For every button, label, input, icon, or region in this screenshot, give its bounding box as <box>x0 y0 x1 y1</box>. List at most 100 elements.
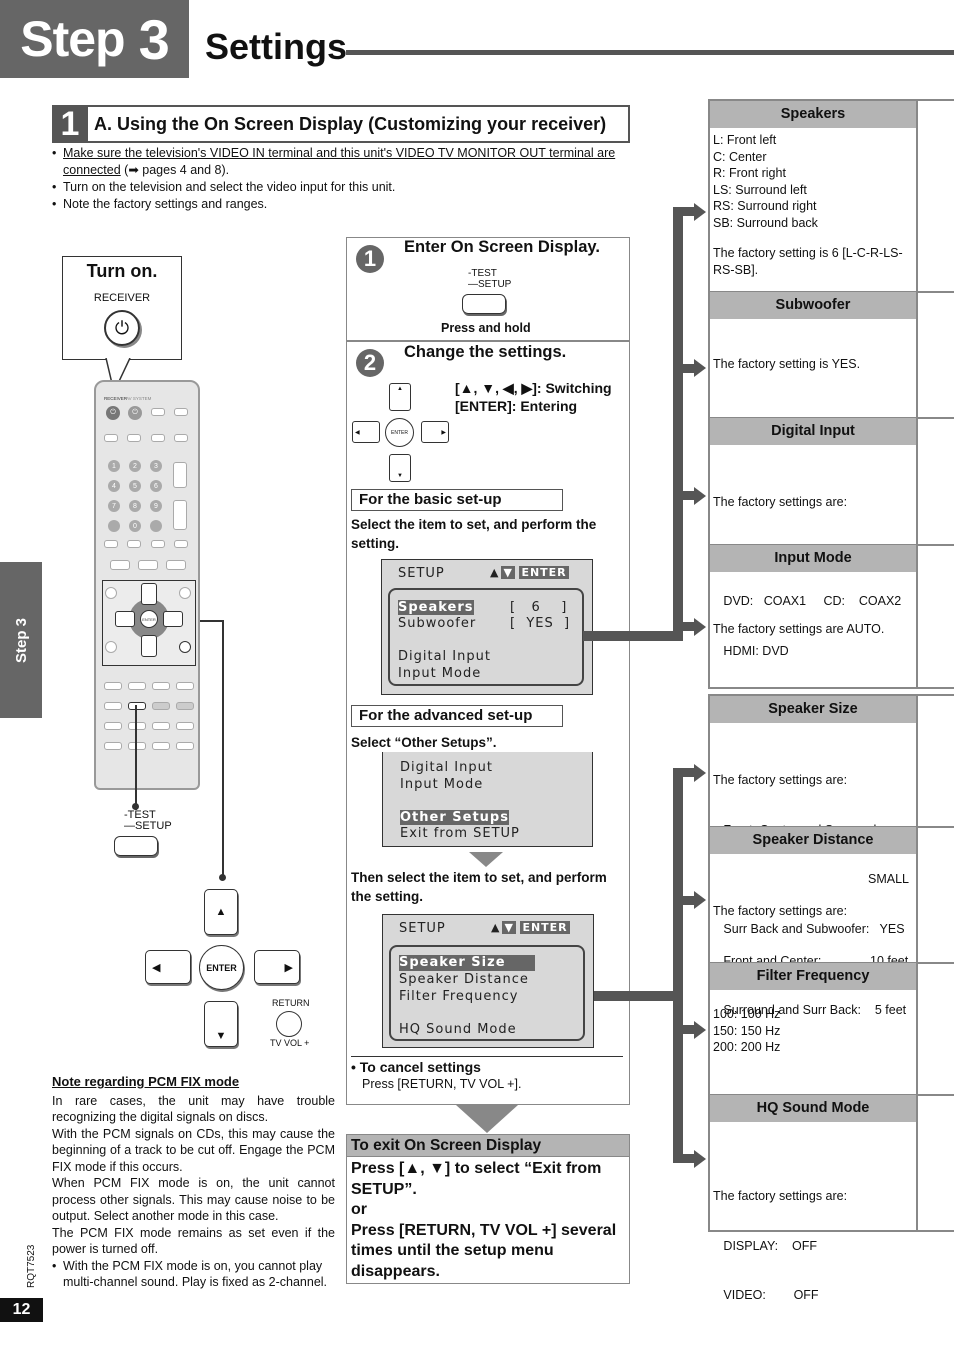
then-select-text: Then select the item to set, and perform… <box>351 870 607 904</box>
power-icon: ⏻ <box>114 317 130 338</box>
osd-item[interactable]: Speaker Distance <box>399 971 529 988</box>
remote-menu[interactable] <box>179 587 191 599</box>
remote-tv-button[interactable] <box>174 408 188 416</box>
remote-right[interactable] <box>163 611 183 627</box>
remote-plus[interactable] <box>176 702 194 710</box>
osd-item[interactable]: Input Mode <box>398 666 481 682</box>
remote-night[interactable] <box>128 722 146 730</box>
remote-volume-rocker[interactable] <box>173 500 187 530</box>
remote-key-9[interactable]: 9 <box>150 500 162 512</box>
card-title: Digital Input <box>710 418 916 445</box>
card-line: RS: Surround right <box>713 199 817 213</box>
osd-other-setups-menu: Digital Input Input Mode Other Setups Ex… <box>382 752 593 847</box>
remote-skip-fwd[interactable] <box>127 540 141 548</box>
remote-key-1[interactable]: 1 <box>108 460 120 472</box>
step-1-setup-button[interactable] <box>462 294 506 314</box>
remote-receiver-power[interactable]: ⏻ <box>106 406 120 420</box>
remote-receiver-label: RECEIVER <box>104 396 128 401</box>
remote-help[interactable] <box>104 682 122 690</box>
remote-key-disc[interactable] <box>108 520 120 532</box>
small-enter-button[interactable]: ENTER <box>385 418 414 447</box>
card-subwoofer: Subwoofer The factory setting is YES. <box>708 292 918 417</box>
remote-tape-button[interactable] <box>127 434 141 442</box>
bullet-item: Turn on the television and select the vi… <box>52 179 632 196</box>
osd-item[interactable]: Digital Input <box>398 649 491 665</box>
remote-tv-av[interactable] <box>152 682 170 690</box>
left-button[interactable]: ◀ <box>145 950 191 984</box>
remote-key-5[interactable]: 5 <box>129 480 141 492</box>
osd-item[interactable]: Speakers <box>398 600 478 616</box>
remote-enter[interactable]: ENTER <box>140 610 158 628</box>
remote-dvd-recorder[interactable] <box>176 682 194 690</box>
osd-item[interactable]: Input Mode <box>400 776 483 793</box>
bullet-text: Turn on the television and select the vi… <box>63 180 396 194</box>
remote-level[interactable] <box>152 722 170 730</box>
remote-down[interactable] <box>141 635 157 657</box>
remote-key-10[interactable] <box>150 520 162 532</box>
remote-cd-button[interactable] <box>104 434 118 442</box>
remote-recorder-button[interactable] <box>151 434 165 442</box>
remote-subwoofer[interactable] <box>104 702 122 710</box>
remote-return[interactable] <box>179 641 191 653</box>
power-button[interactable]: ⏻ <box>104 310 140 346</box>
right-button[interactable]: ▶ <box>254 950 300 984</box>
remote-skip-back[interactable] <box>104 540 118 548</box>
remote-key-8[interactable]: 8 <box>129 500 141 512</box>
remote-left[interactable] <box>115 611 135 627</box>
remote-stop[interactable] <box>110 560 130 570</box>
remote-sfc[interactable] <box>176 742 194 750</box>
remote-stereo[interactable] <box>104 742 122 750</box>
remote-pause[interactable] <box>138 560 158 570</box>
remote-play[interactable] <box>166 560 186 570</box>
left-arrow-icon: ◀ <box>152 961 161 974</box>
up-button[interactable]: ▲ <box>204 889 238 935</box>
remote-up[interactable] <box>141 583 157 605</box>
card-digital-input: Digital Input The factory settings are: … <box>708 418 918 658</box>
remote-minus[interactable] <box>152 702 170 710</box>
remote-key-6[interactable]: 6 <box>150 480 162 492</box>
remote-top-menu[interactable] <box>105 587 117 599</box>
remote-dvd-button[interactable] <box>151 408 165 416</box>
remote-center-focus[interactable] <box>104 722 122 730</box>
remote-av-power[interactable]: ⏻ <box>128 406 142 420</box>
osd-item[interactable]: Exit from SETUP <box>400 825 520 842</box>
osd-item[interactable]: Digital Input <box>400 759 493 776</box>
osd-item[interactable]: Subwoofer <box>398 616 476 632</box>
remote-key-7[interactable]: 7 <box>108 500 120 512</box>
small-down-button[interactable]: ▼ <box>389 454 411 482</box>
keys-switching: [▲, ▼, ◀, ▶]: Switching <box>455 380 612 396</box>
remote-dolby[interactable] <box>128 742 146 750</box>
remote-hq-sound[interactable] <box>128 682 146 690</box>
remote-vcr-button[interactable] <box>174 434 188 442</box>
remote-key-2[interactable]: 2 <box>129 460 141 472</box>
enter-button[interactable]: ENTER <box>199 945 244 990</box>
remote-tuner-band[interactable] <box>151 540 165 548</box>
remote-test-setup[interactable] <box>128 702 146 710</box>
bullet-item: Make sure the television's VIDEO IN term… <box>52 145 632 179</box>
card-line: 100: 100 Hz <box>713 1007 781 1021</box>
osd-item[interactable]: Filter Frequency <box>399 988 519 1005</box>
remote-ch-rocker[interactable] <box>173 462 187 488</box>
remote-key-3[interactable]: 3 <box>150 460 162 472</box>
remote-muting[interactable] <box>174 540 188 548</box>
osd-item-selected[interactable]: Speaker Size <box>399 955 535 971</box>
test-setup-button[interactable] <box>114 836 158 856</box>
step-1-button-label: -TEST —SETUP <box>468 268 511 290</box>
osd-title: SETUP <box>399 921 446 936</box>
remote-dts[interactable] <box>152 742 170 750</box>
down-button[interactable]: ▼ <box>204 1001 238 1047</box>
card-line: The factory settings are: <box>713 495 848 509</box>
turn-on-callout: Turn on. RECEIVER ⏻ <box>62 256 182 360</box>
osd-item-selected[interactable]: Other Setups <box>400 810 509 825</box>
exit-osd-box: To exit On Screen Display Press [▲, ▼] t… <box>346 1134 630 1284</box>
return-button[interactable] <box>276 1011 302 1037</box>
small-left-button[interactable]: ◀ <box>352 421 380 443</box>
card-title: Speaker Size <box>710 696 916 723</box>
remote-display[interactable] <box>105 641 117 653</box>
remote-effect[interactable] <box>176 722 194 730</box>
remote-key-0[interactable]: 0 <box>129 520 141 532</box>
small-up-button[interactable]: ▲ <box>389 383 411 411</box>
remote-key-4[interactable]: 4 <box>108 480 120 492</box>
small-right-button[interactable]: ▶ <box>421 421 449 443</box>
osd-item[interactable]: HQ Sound Mode <box>399 1021 517 1038</box>
